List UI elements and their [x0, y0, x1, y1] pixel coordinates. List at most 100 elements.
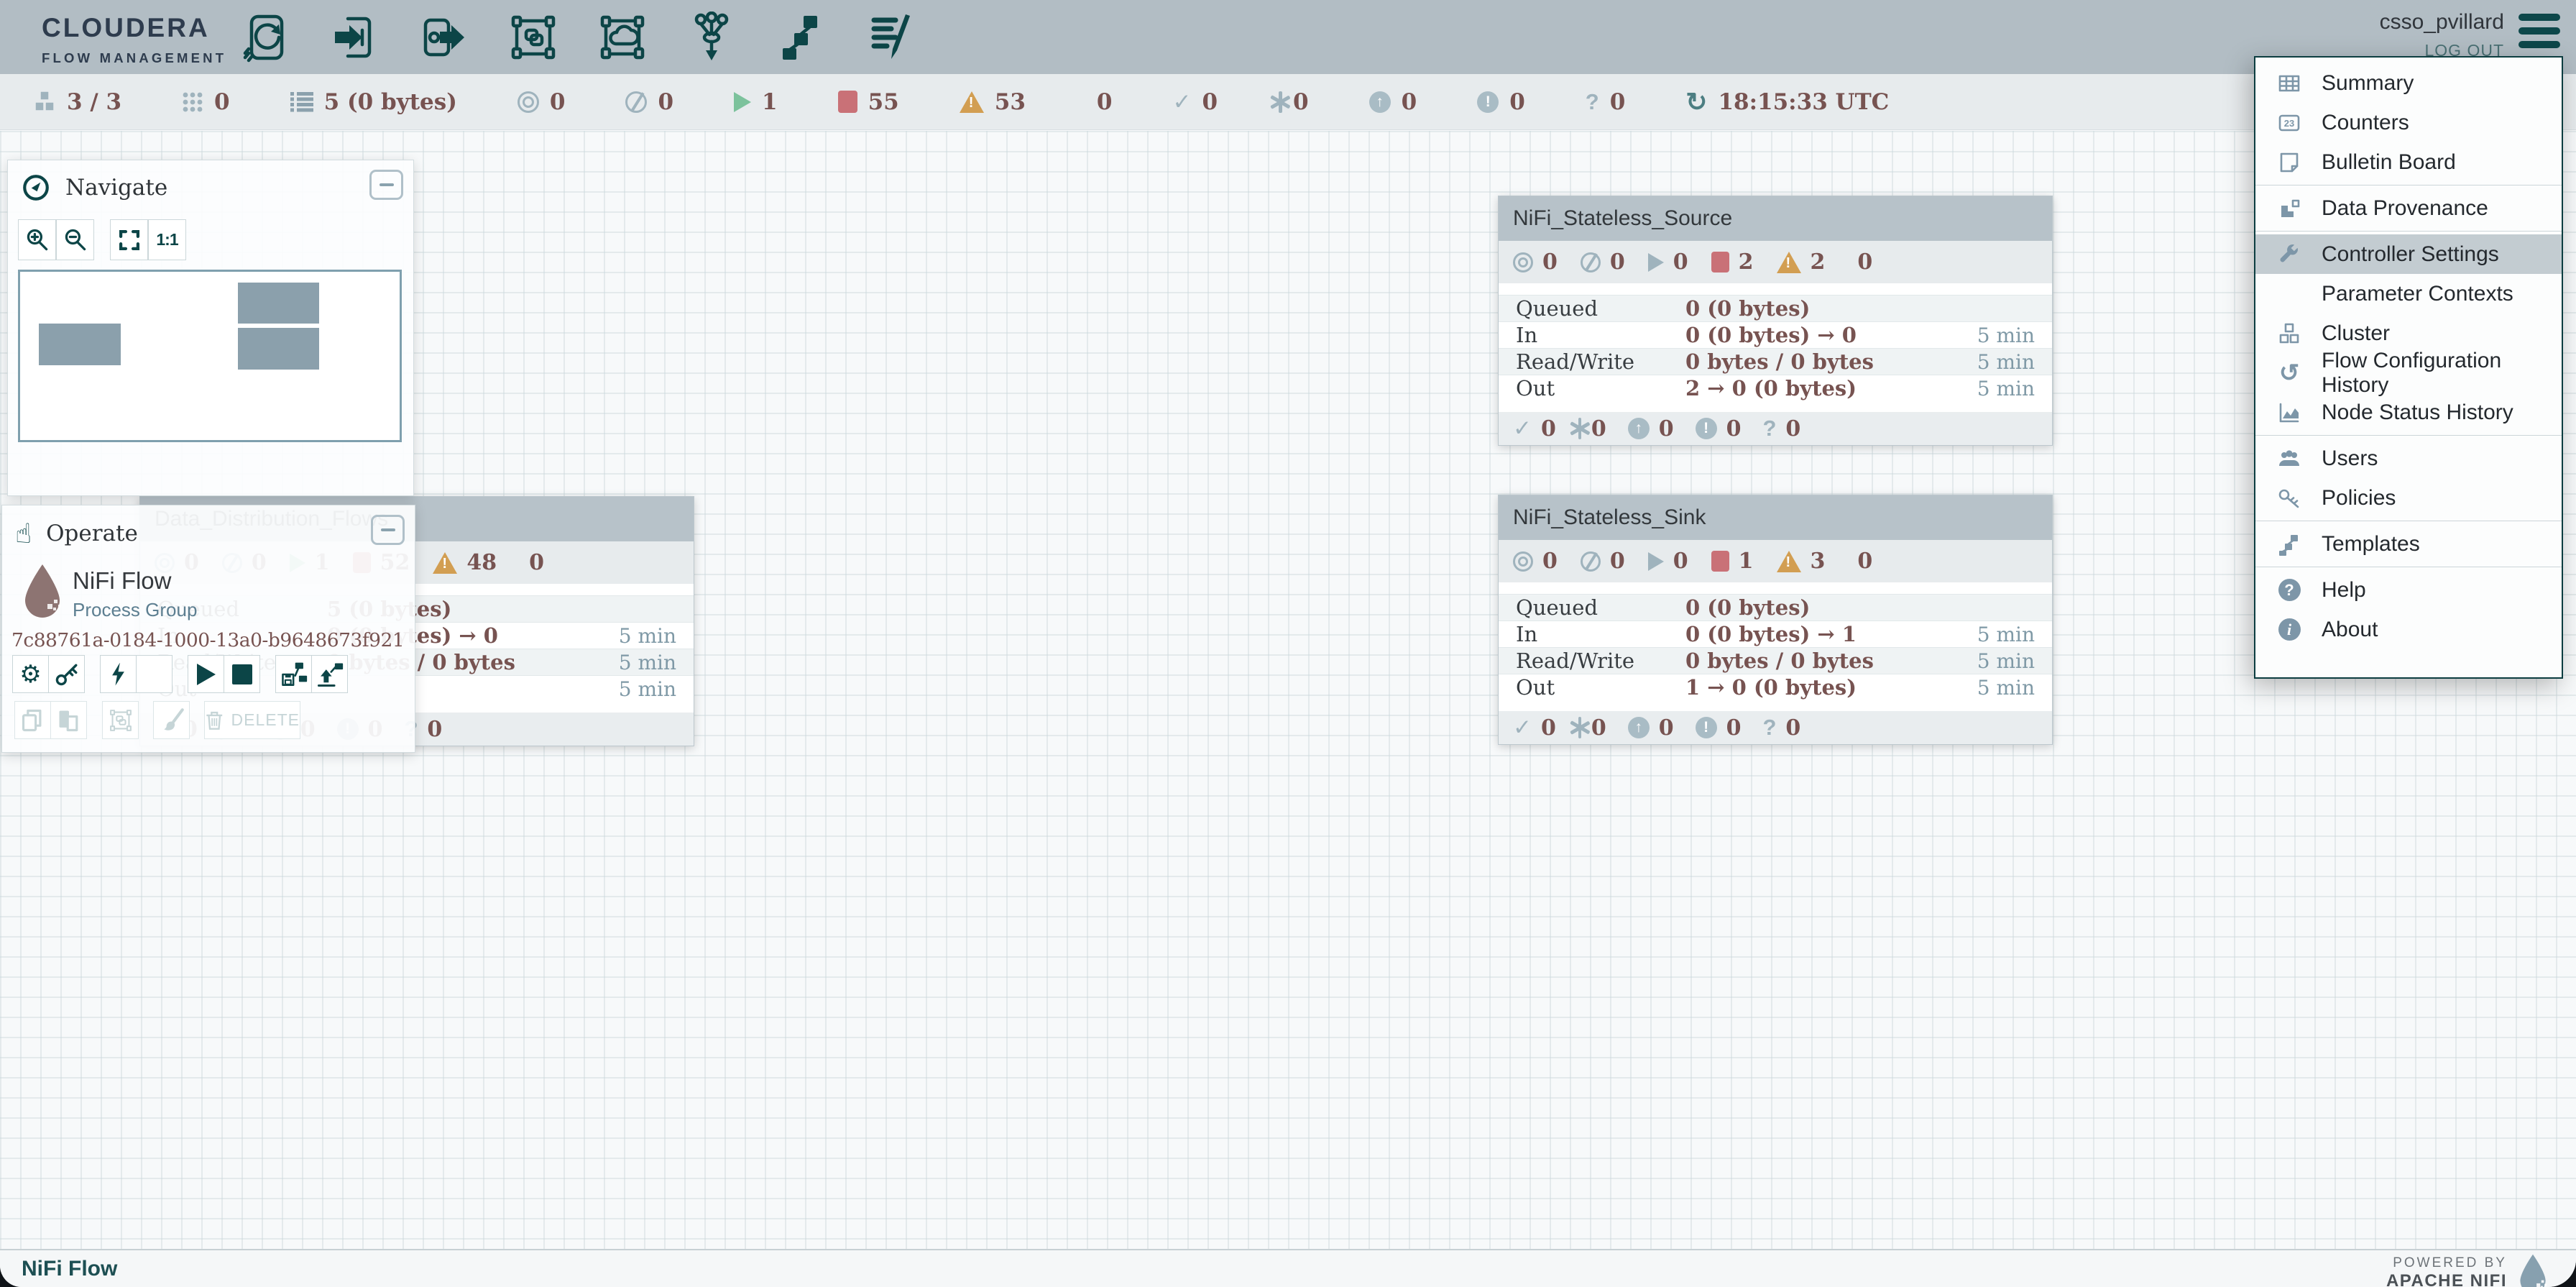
menu-item-templates[interactable]: Templates	[2255, 524, 2562, 564]
save-template-icon	[280, 661, 308, 688]
out-row: Out2 → 0 (0 bytes)5 min	[1499, 375, 2052, 401]
invalid-icon: !	[1777, 551, 1801, 572]
global-menu: Summary 23 Counters Bulletin Board Data …	[2254, 56, 2563, 679]
enable-button[interactable]	[100, 655, 137, 693]
navigate-minimap[interactable]	[18, 270, 402, 442]
running-status: 1	[734, 89, 778, 115]
delete-button[interactable]: DELETE	[204, 701, 300, 739]
not-transmitting-icon	[625, 91, 647, 113]
process-group-stats: 0 0 0 1 !3 0	[1499, 540, 2052, 582]
up-to-date-icon: ✓	[1513, 416, 1532, 441]
start-button[interactable]	[188, 655, 224, 693]
locally-modified-icon	[1278, 91, 1282, 113]
color-button[interactable]	[153, 701, 190, 739]
menu-item-bulletin-board[interactable]: Bulletin Board	[2255, 142, 2562, 182]
flow-configuration-history-icon: ↺	[2274, 361, 2304, 385]
remote-process-group-icon[interactable]	[594, 9, 651, 66]
not-transmitting-icon	[1581, 551, 1601, 572]
refresh-icon[interactable]: ↻	[1685, 87, 1707, 117]
navigate-title: Navigate	[8, 160, 413, 215]
breadcrumb-nifi-flow[interactable]: NiFi Flow	[22, 1257, 117, 1281]
cluster-icon	[2274, 321, 2304, 346]
menu-item-counters[interactable]: 23 Counters	[2255, 103, 2562, 142]
collapse-operate-button[interactable]	[371, 515, 405, 545]
process-group-nifi-stateless-source[interactable]: NiFi_Stateless_Source 0 0 0 2 !2 0 Queue…	[1498, 196, 2053, 446]
menu-item-data-provenance[interactable]: Data Provenance	[2255, 188, 2562, 228]
queue-icon	[290, 91, 313, 113]
menu-item-cluster[interactable]: Cluster	[2255, 313, 2562, 353]
logo-line2: FLOW MANAGEMENT	[42, 50, 226, 66]
group-icon	[108, 707, 134, 733]
invalid-status: !53	[960, 89, 1026, 115]
summary-icon	[2274, 71, 2304, 96]
transmitting-icon	[1513, 252, 1533, 272]
configure-button[interactable]: ⚙	[12, 655, 49, 693]
user-info: csso_pvillard LOG OUT	[2380, 10, 2504, 60]
selection-name: NiFi Flow	[73, 567, 172, 595]
output-port-icon[interactable]	[415, 9, 473, 66]
menu-item-flow-configuration-history[interactable]: ↺ Flow Configuration History	[2255, 353, 2562, 393]
process-group-icon[interactable]	[505, 9, 562, 66]
menu-divider	[2255, 231, 2562, 232]
operate-palette: ☝ Operate NiFi Flow Process Group 7c8876…	[1, 505, 415, 753]
app-header: CLOUDERA FLOW MANAGEMENT	[0, 0, 2576, 74]
access-policies-button[interactable]	[48, 655, 85, 693]
menu-item-help[interactable]: ? Help	[2255, 570, 2562, 610]
selection-type: Process Group	[73, 599, 197, 621]
transmitting-icon	[1513, 551, 1533, 572]
svg-text:23: 23	[2284, 118, 2294, 129]
menu-item-users[interactable]: Users	[2255, 439, 2562, 478]
stop-button[interactable]	[224, 655, 260, 693]
upload-template-button[interactable]	[311, 655, 348, 693]
menu-item-about[interactable]: i About	[2255, 610, 2562, 649]
save-template-button[interactable]	[275, 655, 312, 693]
processor-icon[interactable]	[237, 9, 295, 66]
not-transmitting-status: 0	[625, 89, 673, 115]
global-menu-icon[interactable]	[2518, 14, 2560, 55]
up-to-date-icon: ✓	[1172, 89, 1191, 115]
paste-button[interactable]	[50, 701, 87, 739]
hand-pointer-icon: ☝	[15, 518, 32, 549]
zoom-out-button[interactable]	[56, 219, 94, 260]
template-icon[interactable]	[772, 9, 829, 66]
queued-status: 5 (0 bytes)	[290, 89, 457, 115]
menu-item-node-status-history[interactable]: Node Status History	[2255, 393, 2562, 432]
lightning-icon	[111, 663, 126, 686]
actual-size-button[interactable]: 1:1	[148, 219, 186, 260]
menu-item-summary[interactable]: Summary	[2255, 63, 2562, 103]
zoom-fit-button[interactable]	[110, 219, 148, 260]
collapse-navigate-button[interactable]	[369, 170, 403, 200]
menu-item-parameter-contexts[interactable]: Parameter Contexts	[2255, 274, 2562, 313]
stale-icon: ↑	[1369, 91, 1391, 113]
gear-icon: ⚙	[19, 662, 41, 687]
input-port-icon[interactable]	[326, 9, 384, 66]
cluster-icon	[33, 90, 56, 114]
transmitting-status: 0	[518, 89, 566, 115]
logo-line1: CLOUDERA	[42, 13, 226, 43]
sync-failure-icon: ?	[1762, 416, 1776, 441]
disable-button[interactable]	[136, 655, 172, 693]
read-write-row: Read/Write0 bytes / 0 bytes5 min	[1499, 348, 2052, 375]
group-button[interactable]	[102, 701, 139, 739]
process-group-stats: 0 0 0 2 !2 0	[1499, 241, 2052, 283]
label-icon[interactable]	[861, 9, 919, 66]
disabled-status: 0	[1086, 89, 1113, 115]
menu-item-policies[interactable]: Policies	[2255, 478, 2562, 518]
locally-modified-status: 0	[1278, 89, 1309, 115]
trash-icon	[205, 709, 224, 732]
running-icon	[734, 92, 751, 112]
sync-failure-icon: ?	[1762, 715, 1776, 741]
funnel-icon[interactable]	[683, 9, 740, 66]
invalid-icon: !	[960, 91, 984, 113]
zoom-in-button[interactable]	[18, 219, 56, 260]
locally-modified-stale-icon: !	[1696, 418, 1717, 439]
read-write-row: Read/Write0 bytes / 0 bytes5 min	[1499, 647, 2052, 674]
menu-item-controller-settings[interactable]: Controller Settings	[2255, 234, 2562, 274]
up-to-date-status: ✓0	[1172, 89, 1218, 115]
copy-button[interactable]	[14, 701, 51, 739]
process-group-nifi-stateless-sink[interactable]: NiFi_Stateless_Sink 0 0 0 1 !3 0 Queued0…	[1498, 495, 2053, 745]
navigate-palette: Navigate 1:1	[7, 160, 414, 496]
locally-modified-icon	[1578, 717, 1582, 738]
nifi-application-window: CLOUDERA FLOW MANAGEMENT	[0, 0, 2576, 1287]
stale-icon: ↑	[1628, 717, 1650, 738]
